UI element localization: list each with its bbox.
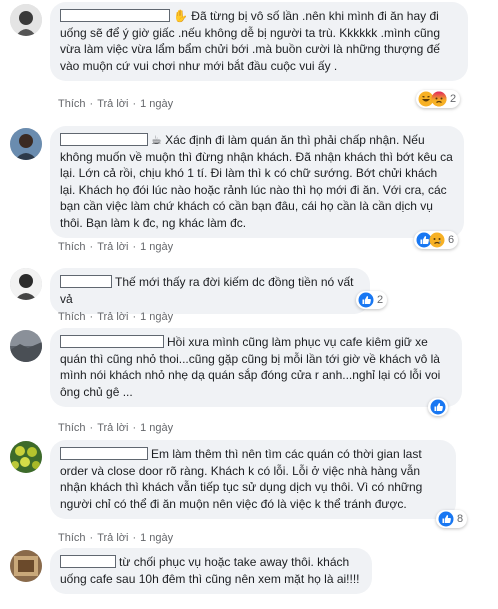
comment-text: Em làm thêm thì nên tìm các quán có thời… [60,447,423,511]
avatar[interactable] [10,268,42,300]
comment-bubble: ✋ Đã từng bị vô số lần .nên khi mình đi … [50,2,468,81]
reaction-summary[interactable]: 6 [414,231,459,249]
reaction-summary[interactable]: 2 [356,291,388,309]
redacted-name[interactable] [60,447,148,460]
redacted-name[interactable] [60,335,164,348]
comment-actions: Thích · Trả lời · 1 ngày [58,422,174,434]
timestamp[interactable]: 1 ngày [140,532,173,544]
comment-actions: Thích · Trả lời · 1 ngày [58,98,174,110]
like-link[interactable]: Thích [58,311,86,323]
like-link[interactable]: Thích [58,98,86,110]
redacted-name[interactable] [60,555,116,568]
comment-text: từ chối phục vụ hoặc take away thôi. khá… [60,555,360,586]
reaction-count: 2 [377,294,384,306]
like-icon [358,292,374,308]
timestamp[interactable]: 1 ngày [140,311,173,323]
like-icon [438,511,454,527]
reply-link[interactable]: Trả lời [97,98,128,110]
reaction-count: 2 [450,93,457,105]
avatar[interactable] [10,128,42,160]
redacted-name[interactable] [60,275,112,288]
like-link[interactable]: Thích [58,532,86,544]
reaction-summary[interactable] [428,398,448,416]
reaction-count: 8 [457,513,464,525]
comment-text: ☕ Xác định đi làm quán ăn thì phải chấp … [60,133,453,230]
reply-link[interactable]: Trả lời [97,241,128,253]
avatar[interactable] [10,4,42,36]
comment-text: Hồi xưa mình cũng làm phục vụ cafe kiêm … [60,335,441,399]
comment-text: Thế mới thấy ra đời kiếm dc đồng tiền nó… [60,275,354,306]
sad-icon [429,232,445,248]
reaction-summary[interactable]: 2 [416,90,461,108]
timestamp[interactable]: 1 ngày [140,98,173,110]
redacted-name[interactable] [60,9,170,22]
comment-bubble: ☕ Xác định đi làm quán ăn thì phải chấp … [50,126,464,238]
reply-link[interactable]: Trả lời [97,311,128,323]
timestamp[interactable]: 1 ngày [140,241,173,253]
avatar[interactable] [10,441,42,473]
comment-bubble: Em làm thêm thì nên tìm các quán có thời… [50,440,456,519]
like-link[interactable]: Thích [58,241,86,253]
angry-icon [431,91,447,107]
comment-bubble: Thế mới thấy ra đời kiếm dc đồng tiền nó… [50,268,370,314]
reply-link[interactable]: Trả lời [97,532,128,544]
timestamp[interactable]: 1 ngày [140,422,173,434]
hand-emoji-icon: ✋ [173,9,188,23]
avatar[interactable] [10,330,42,362]
reaction-summary[interactable]: 8 [436,510,468,528]
comment-bubble: từ chối phục vụ hoặc take away thôi. khá… [50,548,372,594]
like-icon [430,399,446,415]
reaction-count: 6 [448,234,455,246]
comment-actions: Thích · Trả lời · 1 ngày [58,532,174,544]
avatar[interactable] [10,550,42,582]
comment-bubble: Hồi xưa mình cũng làm phục vụ cafe kiêm … [50,328,462,407]
reply-link[interactable]: Trả lời [97,422,128,434]
comment-text: ✋ Đã từng bị vô số lần .nên khi mình đi … [60,9,440,73]
redacted-name[interactable] [60,133,148,146]
comment-actions: Thích · Trả lời · 1 ngày [58,311,174,323]
coffee-emoji-icon: ☕ [151,133,162,147]
comment-actions: Thích · Trả lời · 1 ngày [58,241,174,253]
like-link[interactable]: Thích [58,422,86,434]
